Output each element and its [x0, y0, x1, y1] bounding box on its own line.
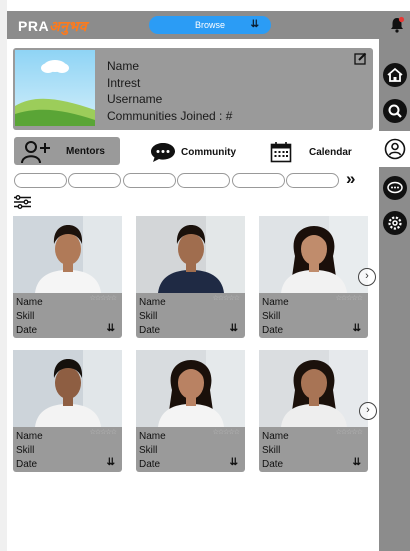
chevron-right-icon[interactable]: ›	[359, 402, 377, 420]
mentor-card[interactable]: Name Skill Date ☆☆☆☆☆ ⇊	[136, 216, 245, 338]
home-icon	[387, 67, 403, 82]
filter-chip[interactable]	[14, 173, 67, 188]
mentor-date: Date	[16, 325, 38, 336]
star-rating[interactable]: ☆☆☆☆☆	[213, 294, 240, 302]
settings-nav-button[interactable]	[383, 211, 407, 235]
tab-calendar[interactable]: Calendar	[270, 140, 360, 164]
notification-bell-icon[interactable]	[389, 16, 405, 39]
profile-interest: Intrest	[107, 75, 141, 90]
filter-chip[interactable]	[123, 173, 176, 188]
mentor-name: Name	[262, 431, 289, 442]
mentor-photo	[13, 350, 122, 427]
tab-calendar-label: Calendar	[309, 147, 352, 158]
mentor-photo	[136, 216, 245, 293]
tab-mentors[interactable]: Mentors	[14, 137, 120, 165]
mentor-date: Date	[262, 325, 284, 336]
mentor-skill: Skill	[139, 445, 158, 456]
mentor-photo	[259, 216, 368, 293]
chat-bubble-icon	[151, 143, 175, 162]
mentor-skill: Skill	[16, 445, 35, 456]
star-rating[interactable]: ☆☆☆☆☆	[336, 428, 363, 436]
mentor-photo	[259, 350, 368, 427]
mentor-card[interactable]: Name Skill Date ☆☆☆☆☆ ⇊	[136, 350, 245, 472]
mentor-info: Name Skill Date	[16, 430, 43, 472]
profile-details: Name Intrest Username Communities Joined…	[107, 58, 232, 124]
mentor-skill: Skill	[139, 311, 158, 322]
filter-chip[interactable]	[177, 173, 230, 188]
calendar-icon	[270, 142, 292, 163]
logo-text: PRA	[18, 18, 50, 34]
mentor-photo	[13, 216, 122, 293]
double-chevron-down-icon[interactable]: ⇊	[353, 323, 361, 334]
mentor-card[interactable]: Name Skill Date ☆☆☆☆☆ ⇊	[13, 216, 122, 338]
double-chevron-down-icon[interactable]: ⇊	[230, 457, 238, 468]
mentor-card[interactable]: Name Skill Date ☆☆☆☆☆ ⇊	[13, 350, 122, 472]
mentor-skill: Skill	[262, 311, 281, 322]
gear-icon	[388, 216, 402, 230]
top-bar: PRAअनुभव Browse ⇊	[7, 11, 379, 39]
profile-nav-button[interactable]	[384, 138, 406, 165]
edit-icon[interactable]	[354, 52, 367, 70]
search-icon	[388, 104, 402, 118]
mentor-name: Name	[139, 297, 166, 308]
chat-nav-button[interactable]	[383, 176, 407, 200]
filter-chip[interactable]	[286, 173, 339, 188]
filter-chip[interactable]	[68, 173, 121, 188]
double-chevron-down-icon[interactable]: ⇊	[230, 323, 238, 334]
browse-label: Browse	[194, 20, 225, 30]
star-rating[interactable]: ☆☆☆☆☆	[90, 428, 117, 436]
mentor-date: Date	[16, 459, 38, 470]
browse-dropdown[interactable]: Browse ⇊	[149, 16, 271, 34]
chat-bubble-icon	[387, 181, 403, 194]
mentor-name: Name	[16, 297, 43, 308]
tab-mentors-label: Mentors	[66, 146, 105, 157]
profile-username: Username	[107, 92, 163, 106]
star-rating[interactable]: ☆☆☆☆☆	[90, 294, 117, 302]
left-gutter	[0, 0, 7, 551]
home-nav-button[interactable]	[383, 63, 407, 87]
tab-community-label: Community	[181, 147, 236, 158]
mentor-name: Name	[16, 431, 43, 442]
app-logo[interactable]: PRAअनुभव	[18, 17, 87, 36]
mentor-date: Date	[139, 459, 161, 470]
profile-communities: Communities Joined : #	[107, 108, 233, 123]
profile-card: Name Intrest Username Communities Joined…	[13, 48, 373, 130]
double-chevron-down-icon[interactable]: ⇊	[353, 457, 361, 468]
user-circle-icon	[384, 138, 406, 160]
star-rating[interactable]: ☆☆☆☆☆	[213, 428, 240, 436]
profile-image-placeholder[interactable]	[15, 50, 95, 126]
mentor-card[interactable]: Name Skill Date ☆☆☆☆☆ ⇊	[259, 216, 368, 338]
mentor-info: Name Skill Date	[16, 296, 43, 338]
mentor-date: Date	[262, 459, 284, 470]
mentor-name: Name	[139, 431, 166, 442]
mentor-photo	[136, 350, 245, 427]
mentor-info: Name Skill Date	[262, 296, 289, 338]
filter-chip[interactable]	[232, 173, 285, 188]
mentor-card[interactable]: Name Skill Date ☆☆☆☆☆ ⇊	[259, 350, 368, 472]
tab-community[interactable]: Community	[150, 140, 245, 164]
star-rating[interactable]: ☆☆☆☆☆	[336, 294, 363, 302]
mentor-info: Name Skill Date	[262, 430, 289, 472]
mentor-skill: Skill	[262, 445, 281, 456]
chevron-right-icon[interactable]: ›	[358, 268, 376, 286]
profile-name: Name	[107, 59, 140, 73]
double-chevron-right-icon[interactable]: »	[346, 169, 355, 189]
double-chevron-down-icon[interactable]: ⇊	[107, 457, 115, 468]
mentor-date: Date	[139, 325, 161, 336]
right-nav-rail	[379, 11, 410, 551]
add-user-icon	[21, 141, 50, 164]
double-chevron-down-icon[interactable]: ⇊	[107, 323, 115, 334]
double-chevron-down-icon: ⇊	[250, 19, 259, 30]
mentor-skill: Skill	[16, 311, 35, 322]
mentor-info: Name Skill Date	[139, 296, 166, 338]
filter-sliders-icon[interactable]	[13, 195, 32, 214]
logo-text-devanagari: अनुभव	[49, 19, 88, 35]
mentor-name: Name	[262, 297, 289, 308]
mentor-info: Name Skill Date	[139, 430, 166, 472]
search-nav-button[interactable]	[383, 99, 407, 123]
